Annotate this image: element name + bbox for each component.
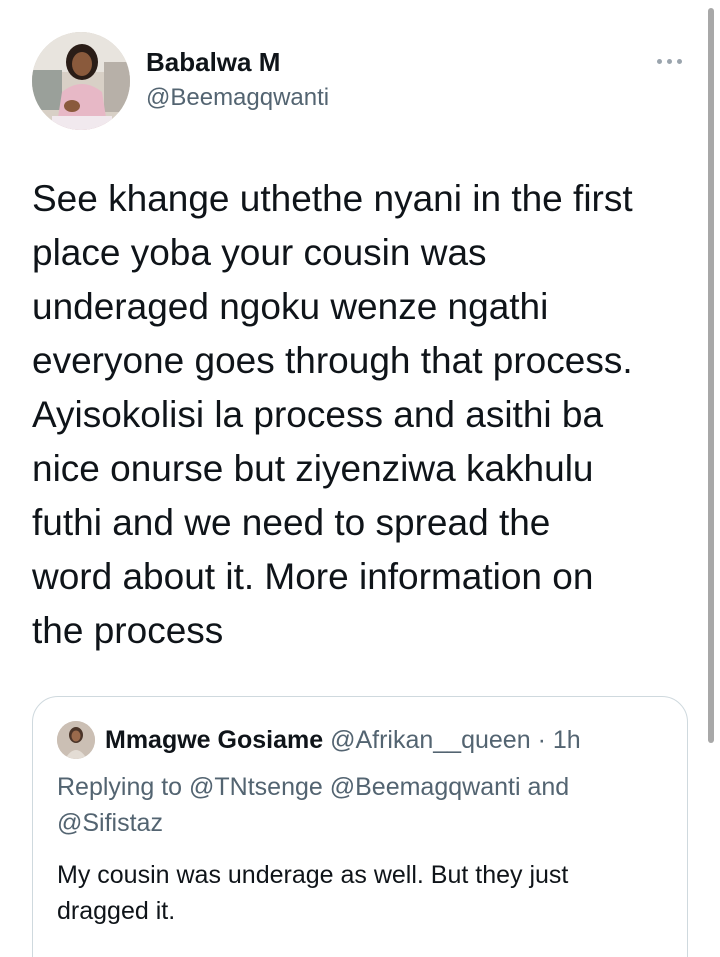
tweet-page: Babalwa M @Beemagqwanti See khange uthet… bbox=[0, 0, 720, 957]
mention-link[interactable]: @Sifistaz bbox=[57, 809, 163, 837]
tweet-text-line: word about it. More information on bbox=[32, 556, 594, 597]
quoted-author-handle[interactable]: @Afrikan__queen bbox=[330, 726, 531, 754]
replying-to-line: Replying to @TNtsenge @Beemagqwanti and … bbox=[57, 769, 667, 841]
tweet-text-line: nice onurse but ziyenziwa kakhulu bbox=[32, 448, 594, 489]
replying-to-label: Replying to bbox=[57, 773, 183, 801]
quoted-tweet-card[interactable]: Mmagwe Gosiame @Afrikan__queen · 1h Repl… bbox=[32, 696, 688, 957]
quoted-text-line: dragged it. bbox=[57, 897, 176, 925]
tweet-text: See khange uthethe nyani in the first pl… bbox=[32, 172, 692, 658]
tweet-text-line: place yoba your cousin was bbox=[32, 232, 487, 273]
tweet-text-line: underaged ngoku wenze ngathi bbox=[32, 286, 549, 327]
quoted-tweet-header: Mmagwe Gosiame @Afrikan__queen · 1h bbox=[105, 723, 581, 757]
more-horizontal-icon[interactable] bbox=[652, 50, 686, 72]
author-handle[interactable]: @Beemagqwanti bbox=[146, 82, 329, 114]
quoted-text-line: My cousin was underage as well. But they… bbox=[57, 861, 569, 889]
tweet-text-line: the process bbox=[32, 610, 224, 651]
header-separator: · bbox=[537, 726, 546, 754]
quoted-tweet-time[interactable]: 1h bbox=[553, 726, 581, 754]
replying-and-label: and bbox=[527, 773, 570, 801]
tweet-text-line: everyone goes through that process. bbox=[32, 340, 633, 381]
mention-link[interactable]: @Beemagqwanti bbox=[330, 773, 521, 801]
mention-link[interactable]: @TNtsenge bbox=[189, 773, 323, 801]
tweet-text-line: Ayisokolisi la process and asithi ba bbox=[32, 394, 604, 435]
author-name[interactable]: Babalwa M bbox=[146, 46, 280, 78]
quoted-tweet-text: My cousin was underage as well. But they… bbox=[57, 857, 677, 929]
quoted-author-avatar[interactable] bbox=[57, 721, 95, 759]
scrollbar[interactable] bbox=[708, 8, 714, 743]
tweet-text-line: futhi and we need to spread the bbox=[32, 502, 551, 543]
quoted-author-name[interactable]: Mmagwe Gosiame bbox=[105, 726, 323, 754]
tweet-text-line: See khange uthethe nyani in the first bbox=[32, 178, 633, 219]
author-avatar[interactable] bbox=[32, 32, 130, 130]
